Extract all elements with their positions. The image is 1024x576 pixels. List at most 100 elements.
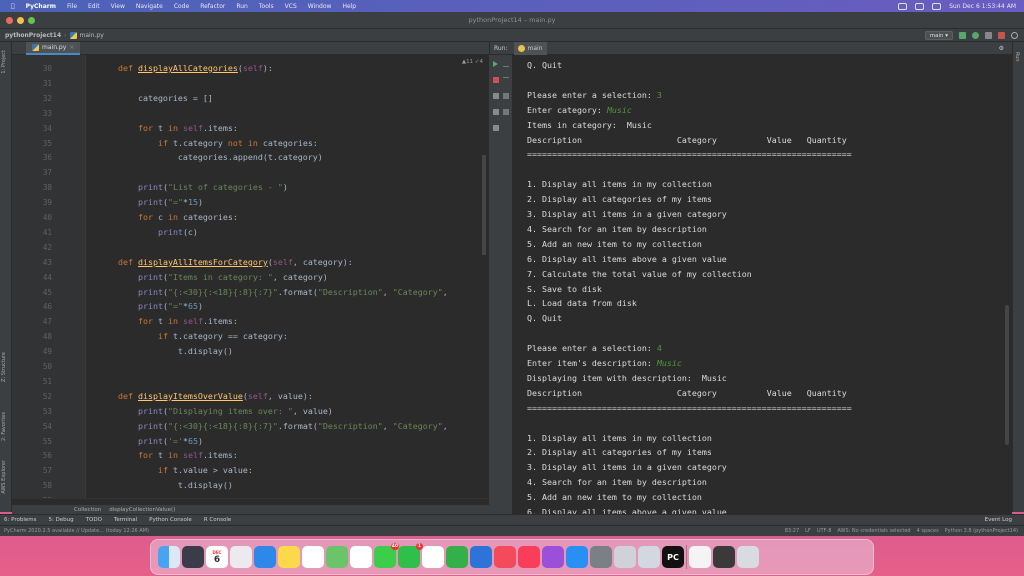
- status-item[interactable]: AWS: No credentials selected: [837, 528, 910, 534]
- breadcrumb-method[interactable]: displayCollectionValue(): [109, 507, 175, 513]
- apps-grid-icon[interactable]: [230, 546, 252, 568]
- code-line[interactable]: def displayAllCategories(self):: [98, 63, 273, 73]
- calendar-icon[interactable]: DEC 6: [206, 546, 228, 568]
- tab-debug[interactable]: 5: Debug: [48, 517, 73, 523]
- print-icon[interactable]: [503, 93, 509, 99]
- code-line[interactable]: for c in categories:: [98, 212, 238, 222]
- search-icon[interactable]: [1011, 31, 1018, 39]
- run-config-select[interactable]: main ▾: [924, 30, 953, 40]
- music-icon[interactable]: [518, 546, 540, 568]
- tab-python-console[interactable]: Python Console: [149, 517, 192, 523]
- wifi-icon[interactable]: [915, 2, 925, 10]
- code-line[interactable]: for t in self.items:: [98, 316, 238, 326]
- status-menu-icon[interactable]: [898, 2, 908, 10]
- breadcrumb-class[interactable]: Collection: [74, 507, 101, 513]
- code-line[interactable]: if t.category == category:: [98, 331, 288, 341]
- code-line[interactable]: def displayAllItemsForCategory(self, cat…: [98, 257, 353, 267]
- code-line[interactable]: t.display(): [98, 346, 233, 356]
- code-line[interactable]: for t in self.items:: [98, 450, 238, 460]
- pencil-icon[interactable]: [422, 546, 444, 568]
- menu-tools[interactable]: Tools: [259, 3, 274, 10]
- menu-window[interactable]: Window: [308, 3, 332, 10]
- breadcrumb-project[interactable]: pythonProject14: [5, 32, 61, 39]
- run-console[interactable]: Q. Quit Please enter a selection: 3 Enter …: [513, 55, 1012, 514]
- zoom-window-button[interactable]: [28, 17, 35, 24]
- tab-main-py[interactable]: main.py ×: [26, 42, 81, 55]
- down-arrow-icon[interactable]: [503, 77, 509, 83]
- news-icon[interactable]: [494, 546, 516, 568]
- code-line[interactable]: for t in self.items:: [98, 123, 238, 133]
- menu-navigate[interactable]: Navigate: [136, 3, 163, 10]
- facetime-icon[interactable]: 1: [398, 543, 423, 568]
- run-icon[interactable]: [959, 31, 966, 39]
- code-line[interactable]: categories.append(t.category): [98, 152, 323, 162]
- tool-project[interactable]: 1: Project: [1, 50, 7, 74]
- code-line[interactable]: print("List of categories - "): [98, 182, 288, 192]
- coverage-icon[interactable]: [985, 31, 992, 39]
- numbers-icon[interactable]: [446, 546, 468, 568]
- run-tab-main[interactable]: main: [513, 41, 547, 55]
- menu-file[interactable]: File: [67, 3, 77, 10]
- code-line[interactable]: print('='*65): [98, 436, 203, 446]
- tool-structure[interactable]: Z: Structure: [1, 352, 7, 382]
- menu-app-name[interactable]: PyCharm: [26, 3, 56, 10]
- finder-icon[interactable]: [158, 546, 180, 568]
- code-line[interactable]: print("="*65): [98, 301, 203, 311]
- menu-help[interactable]: Help: [342, 3, 356, 10]
- app-store-icon[interactable]: [566, 546, 588, 568]
- status-item[interactable]: LF: [805, 528, 811, 534]
- up-arrow-icon[interactable]: [503, 61, 509, 67]
- code-line[interactable]: print("Items in category: ", category): [98, 272, 328, 282]
- launchpad-icon[interactable]: [182, 546, 204, 568]
- document-icon[interactable]: [689, 546, 711, 568]
- code-line[interactable]: def displayItemsOverValue(self, value):: [98, 391, 313, 401]
- tab-r-console[interactable]: R Console: [204, 517, 231, 523]
- code-line[interactable]: categories = []: [98, 93, 213, 103]
- update-notice[interactable]: PyCharm 2020.2.5 available // Update... …: [4, 528, 149, 534]
- debug-icon[interactable]: [972, 31, 979, 39]
- menu-edit[interactable]: Edit: [88, 3, 100, 10]
- stop-icon[interactable]: [998, 31, 1005, 39]
- inspection-widget[interactable]: ▲11 ✓4: [462, 59, 483, 65]
- menu-vcs[interactable]: VCS: [285, 3, 297, 10]
- code-line[interactable]: print(c): [98, 227, 198, 237]
- apple-icon[interactable]: : [11, 3, 15, 10]
- podcasts-icon[interactable]: [542, 546, 564, 568]
- close-tab-icon[interactable]: ×: [69, 44, 74, 51]
- battery-icon[interactable]: [932, 2, 942, 10]
- tab-terminal[interactable]: Terminal: [114, 517, 137, 523]
- editor-scrollbar[interactable]: [482, 155, 486, 255]
- pin-icon[interactable]: [493, 125, 499, 131]
- status-item[interactable]: Python 3.8 (pythonProject14): [945, 528, 1018, 534]
- maps-icon[interactable]: [326, 546, 348, 568]
- status-item[interactable]: 4 spaces: [917, 528, 939, 534]
- menubar-clock[interactable]: Sun Dec 6 1:53:44 AM: [949, 3, 1016, 10]
- system-preferences-icon[interactable]: [590, 546, 612, 568]
- tab-todo[interactable]: TODO: [86, 517, 102, 523]
- close-window-button[interactable]: [6, 17, 13, 24]
- status-item[interactable]: 83:27: [785, 528, 799, 534]
- code-line[interactable]: t.display(): [98, 480, 233, 490]
- messages-icon[interactable]: 40: [374, 543, 399, 568]
- screen-icon[interactable]: [638, 546, 660, 568]
- tool-aws-explorer[interactable]: AWS Explorer: [1, 460, 7, 494]
- trash-icon[interactable]: [737, 546, 759, 568]
- code-line[interactable]: print("{:<30}{:<18}{:8}{:7}".format("Des…: [98, 421, 448, 431]
- tool-run[interactable]: Run: [1014, 52, 1020, 62]
- code-line[interactable]: print("{:<30}{:<18}{:8}{:7}".format("Des…: [98, 287, 448, 297]
- status-item[interactable]: UTF-8: [817, 528, 832, 534]
- minimize-window-button[interactable]: [17, 17, 24, 24]
- scroll-end-icon[interactable]: [493, 109, 499, 115]
- safari-icon[interactable]: [254, 546, 276, 568]
- image-capture-icon[interactable]: [614, 546, 636, 568]
- code-line[interactable]: if t.category not in categories:: [98, 138, 318, 148]
- notes-icon[interactable]: [278, 546, 300, 568]
- code-line[interactable]: print("Displaying items over: ", value): [98, 406, 333, 416]
- window-icon[interactable]: [713, 546, 735, 568]
- menu-run[interactable]: Run: [236, 3, 248, 10]
- stop-icon[interactable]: [493, 77, 499, 83]
- photos-icon[interactable]: [350, 546, 372, 568]
- menu-code[interactable]: Code: [174, 3, 189, 10]
- settings-gear-icon[interactable]: ⚙: [999, 45, 1004, 52]
- keynote-icon[interactable]: [470, 546, 492, 568]
